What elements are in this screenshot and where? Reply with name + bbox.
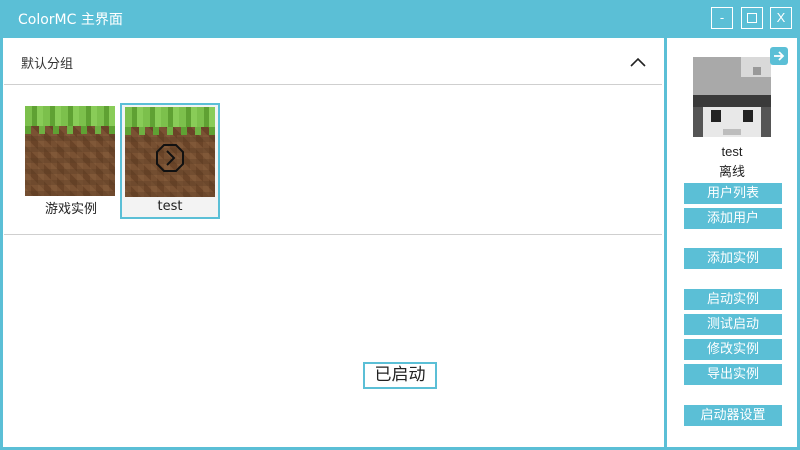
test-launch-button[interactable]: 测试启动 (684, 314, 782, 335)
grass-block-icon (25, 106, 115, 196)
instance-list: 游戏实例 test (4, 86, 662, 235)
maximize-button[interactable] (741, 7, 763, 29)
edit-instance-button[interactable]: 修改实例 (684, 339, 782, 360)
chevron-up-icon[interactable] (628, 52, 648, 72)
export-instance-button[interactable]: 导出实例 (684, 364, 782, 385)
user-list-button[interactable]: 用户列表 (684, 183, 782, 204)
grass-block-icon (125, 107, 215, 197)
status-message: 已启动 (363, 362, 437, 389)
add-instance-button[interactable]: 添加实例 (684, 248, 782, 269)
launcher-settings-button[interactable]: 启动器设置 (684, 405, 782, 426)
instance-label: test (157, 199, 183, 214)
instance-item[interactable]: 游戏实例 (21, 103, 121, 219)
instance-label: 游戏实例 (44, 202, 97, 217)
add-user-button[interactable]: 添加用户 (684, 208, 782, 229)
group-title: 默认分组 (21, 57, 74, 72)
switch-user-button[interactable] (770, 47, 788, 65)
launch-instance-button[interactable]: 启动实例 (684, 289, 782, 310)
right-sidebar: test 离线 用户列表 添加用户 添加实例 启动实例 测试启动 修改实例 导出… (667, 38, 797, 447)
main-panel: 默认分组 游戏实例 test 已启动 (3, 38, 664, 447)
minimize-button[interactable]: - (711, 7, 733, 29)
running-play-icon (156, 144, 184, 172)
group-header[interactable]: 默认分组 (4, 38, 662, 85)
window-title: ColorMC 主界面 (18, 12, 123, 28)
instance-item-selected[interactable]: test (120, 103, 220, 219)
user-status: 离线 (718, 165, 745, 180)
user-name: test (721, 144, 743, 159)
close-button[interactable]: X (770, 7, 792, 29)
maximize-icon (747, 13, 757, 23)
arrow-right-icon (774, 51, 785, 61)
avatar[interactable] (693, 57, 771, 137)
title-bar: ColorMC 主界面 - X (0, 0, 800, 36)
